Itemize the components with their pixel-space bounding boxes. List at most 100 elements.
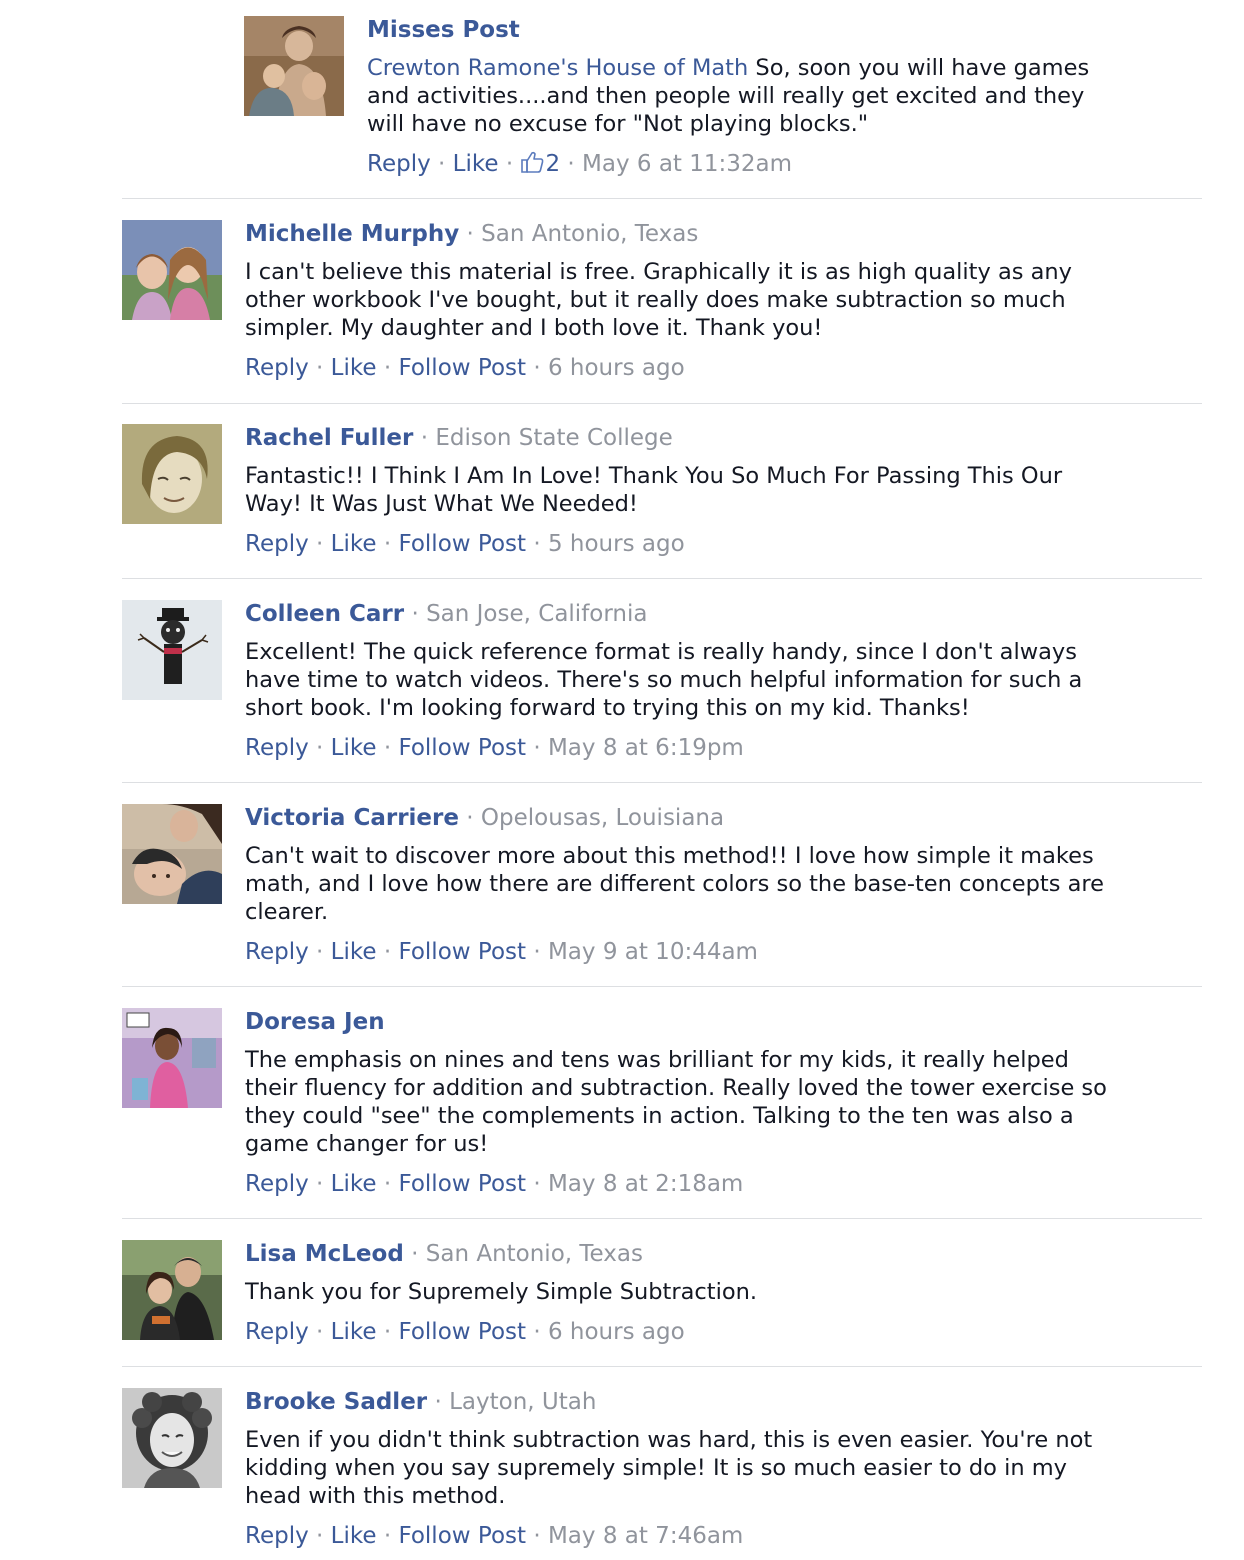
author-name[interactable]: Rachel Fuller — [245, 425, 413, 451]
like-link[interactable]: Like — [331, 531, 377, 557]
author-name[interactable]: Colleen Carr — [245, 601, 404, 627]
separator: · — [316, 1171, 324, 1197]
reply-link[interactable]: Reply — [245, 1319, 309, 1345]
like-link[interactable]: Like — [331, 939, 377, 965]
timestamp[interactable]: May 6 at 11:32am — [582, 151, 792, 177]
follow-post-link[interactable]: Follow Post — [398, 355, 526, 381]
follow-post-link[interactable]: Follow Post — [398, 1171, 526, 1197]
timestamp[interactable]: 5 hours ago — [548, 531, 685, 557]
comment-text: Even if you didn't think subtraction was… — [245, 1427, 1093, 1509]
comment-body: Doresa Jen The emphasis on nines and ten… — [245, 1008, 1204, 1198]
comment-body: Brooke Sadler · Layton, Utah Even if you… — [245, 1388, 1204, 1550]
author-name[interactable]: Lisa McLeod — [245, 1241, 404, 1267]
divider — [122, 782, 1202, 783]
comment-item: Colleen Carr · San Jose, California Exce… — [122, 600, 1204, 775]
separator: · — [316, 1319, 324, 1345]
divider — [122, 403, 1202, 404]
comment-text: Fantastic!! I Think I Am In Love! Thank … — [245, 463, 1063, 517]
follow-post-link[interactable]: Follow Post — [398, 1319, 526, 1345]
comment-actions: Reply · Like · Follow Post · 6 hours ago — [245, 1318, 1204, 1346]
woman-portrait-avatar-icon — [122, 424, 222, 524]
separator: · — [316, 1523, 324, 1549]
timestamp[interactable]: May 9 at 10:44am — [548, 939, 758, 965]
reply-link[interactable]: Reply — [245, 1523, 309, 1549]
reply-link[interactable]: Reply — [245, 1171, 309, 1197]
separator: · — [567, 151, 575, 177]
follow-post-link[interactable]: Follow Post — [398, 1523, 526, 1549]
curly-hair-woman-avatar-icon — [122, 1388, 222, 1488]
avatar[interactable] — [244, 16, 344, 116]
timestamp[interactable]: 6 hours ago — [548, 1319, 685, 1345]
separator: · — [383, 939, 392, 965]
separator: · — [420, 425, 429, 451]
timestamp[interactable]: May 8 at 7:46am — [548, 1523, 743, 1549]
comment-actions: Reply · Like · Follow Post · 5 hours ago — [245, 530, 1204, 558]
follow-post-link[interactable]: Follow Post — [398, 531, 526, 557]
separator: · — [434, 1389, 442, 1415]
comment-text: Thank you for Supremely Simple Subtracti… — [245, 1279, 758, 1305]
comment-actions: Reply · Like · Follow Post · May 8 at 6:… — [245, 734, 1204, 762]
avatar[interactable] — [122, 220, 222, 320]
comment-text: Crewton Ramone's House of Math So, soon … — [367, 54, 1204, 138]
comment-body: Michelle Murphy · San Antonio, Texas I c… — [245, 220, 1204, 382]
couple-avatar-icon — [122, 1240, 222, 1340]
avatar[interactable] — [122, 1388, 222, 1488]
divider — [122, 1218, 1202, 1219]
like-link[interactable]: Like — [331, 1523, 377, 1549]
comment-item: Doresa Jen The emphasis on nines and ten… — [122, 1008, 1204, 1210]
follow-post-link[interactable]: Follow Post — [398, 735, 526, 761]
author-name[interactable]: Victoria Carriere — [245, 805, 459, 831]
comment-text: I can't believe this material is free. G… — [245, 259, 1072, 341]
comment-item: Lisa McLeod · San Antonio, Texas Thank y… — [122, 1240, 1204, 1360]
divider — [122, 198, 1202, 199]
author-location: San Jose, California — [426, 601, 648, 627]
like-link[interactable]: Like — [331, 355, 377, 381]
timestamp[interactable]: May 8 at 2:18am — [548, 1171, 743, 1197]
follow-post-link[interactable]: Follow Post — [398, 939, 526, 965]
thumbs-up-icon — [521, 151, 544, 173]
author-name[interactable]: Michelle Murphy — [245, 221, 459, 247]
comment-actions: Reply · Like · Follow Post · May 8 at 2:… — [245, 1170, 1204, 1198]
comment-body: Colleen Carr · San Jose, California Exce… — [245, 600, 1204, 762]
like-link[interactable]: Like — [331, 1319, 377, 1345]
like-link[interactable]: Like — [331, 735, 377, 761]
cartoon-avatar-icon — [122, 1008, 222, 1108]
divider — [122, 1366, 1202, 1367]
separator: · — [316, 735, 324, 761]
like-link[interactable]: Like — [331, 1171, 377, 1197]
separator: · — [466, 805, 474, 831]
avatar[interactable] — [122, 424, 222, 524]
author-location: Edison State College — [435, 425, 673, 451]
reply-comment: Misses Post Crewton Ramone's House of Ma… — [244, 16, 1204, 186]
comment-actions: Reply · Like · Follow Post · May 9 at 10… — [245, 938, 1204, 966]
like-link[interactable]: Like — [453, 151, 499, 177]
separator: · — [533, 939, 541, 965]
reply-link[interactable]: Reply — [367, 151, 431, 177]
comment-actions: Reply · Like · 2 · May 6 at 11:32am — [367, 150, 1204, 178]
separator: · — [383, 735, 392, 761]
author-name[interactable]: Doresa Jen — [245, 1009, 385, 1035]
author-location: Opelousas, Louisiana — [480, 805, 725, 831]
author-location: Layton, Utah — [449, 1389, 597, 1415]
separator: · — [383, 1523, 392, 1549]
reply-link[interactable]: Reply — [245, 531, 309, 557]
comment-body: Victoria Carriere · Opelousas, Louisiana… — [245, 804, 1204, 966]
tagged-page-link[interactable]: Crewton Ramone's House of Math — [367, 55, 748, 81]
author-name[interactable]: Misses Post — [367, 17, 520, 43]
author-name[interactable]: Brooke Sadler — [245, 1389, 427, 1415]
separator: · — [533, 1319, 541, 1345]
comment-body: Rachel Fuller · Edison State College Fan… — [245, 424, 1204, 558]
reply-link[interactable]: Reply — [245, 939, 309, 965]
comment-actions: Reply · Like · Follow Post · 6 hours ago — [245, 354, 1204, 382]
like-count[interactable]: 2 — [520, 151, 567, 177]
author-location: San Antonio, Texas — [481, 221, 699, 247]
reply-link[interactable]: Reply — [245, 355, 309, 381]
timestamp[interactable]: 6 hours ago — [548, 355, 685, 381]
comment-text: Excellent! The quick reference format is… — [245, 639, 1083, 721]
timestamp[interactable]: May 8 at 6:19pm — [548, 735, 744, 761]
avatar[interactable] — [122, 600, 222, 700]
avatar[interactable] — [122, 804, 222, 904]
avatar[interactable] — [122, 1008, 222, 1108]
avatar[interactable] — [122, 1240, 222, 1340]
reply-link[interactable]: Reply — [245, 735, 309, 761]
